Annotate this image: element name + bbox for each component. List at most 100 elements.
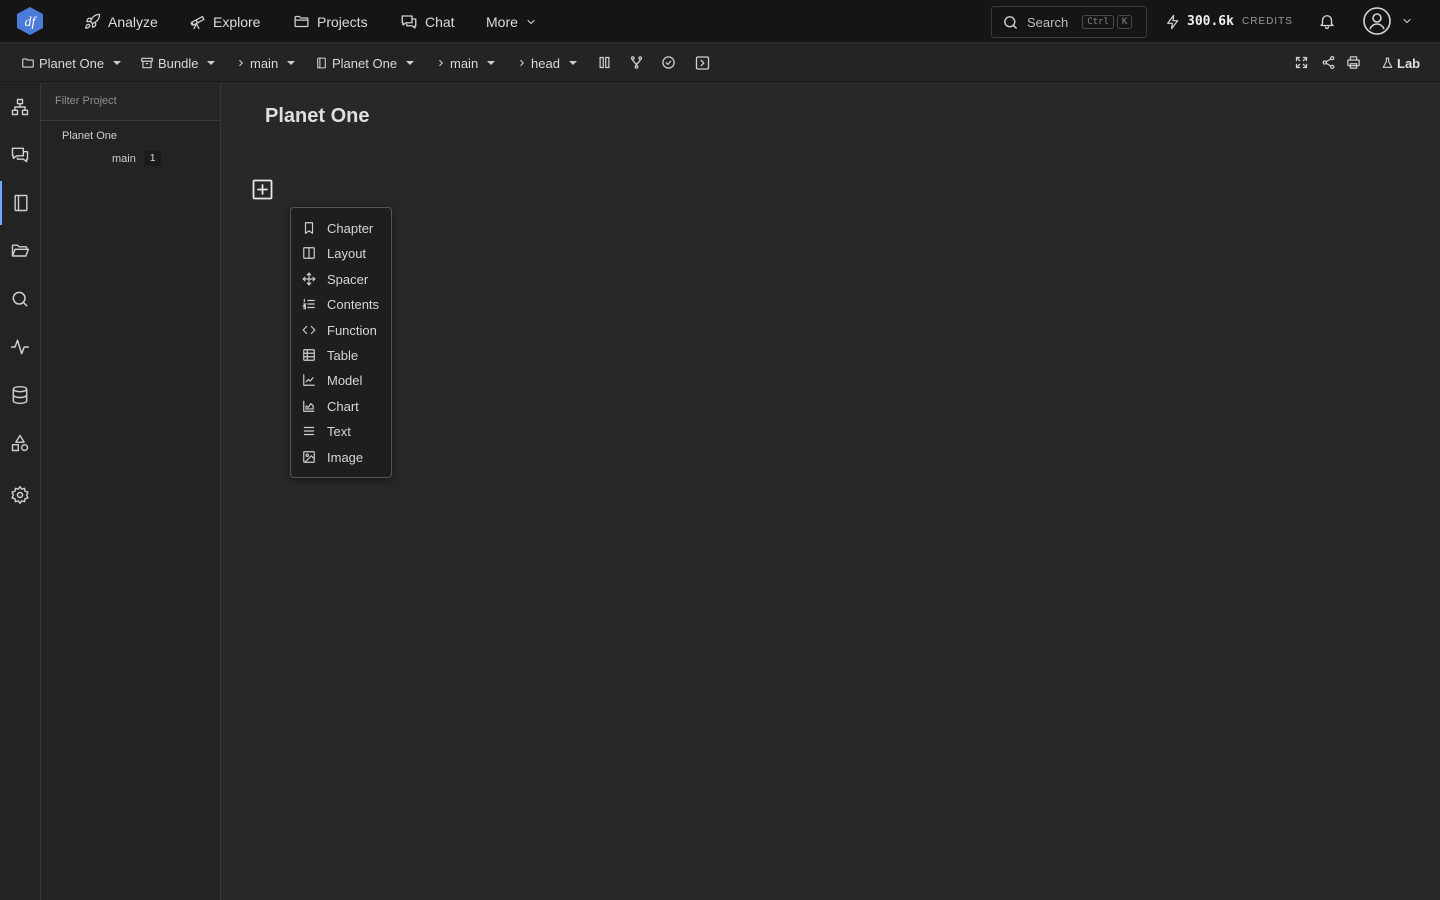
nav-more-label: More xyxy=(486,13,518,30)
nav-analyze-label: Analyze xyxy=(108,13,158,30)
rail-shapes[interactable] xyxy=(0,421,40,465)
app-logo[interactable]: df xyxy=(14,5,46,37)
activity-icon xyxy=(10,337,30,357)
filter-project-input[interactable]: Filter Project xyxy=(41,83,220,121)
notifications-button[interactable] xyxy=(1318,12,1336,30)
menu-item-image[interactable]: Image xyxy=(302,446,363,468)
search-icon xyxy=(1002,14,1019,31)
share-icon[interactable] xyxy=(1321,55,1336,70)
credits-value: 300.6k xyxy=(1187,14,1234,29)
nav-projects-label: Projects xyxy=(317,13,368,30)
caret-down-icon xyxy=(287,61,296,65)
menu-item-label: Chart xyxy=(327,398,359,414)
caret-down-icon xyxy=(113,61,122,65)
menu-item-contents[interactable]: Contents xyxy=(302,293,379,315)
menu-item-function[interactable]: Function xyxy=(302,319,377,341)
bell-icon xyxy=(1318,12,1336,30)
code-icon xyxy=(302,323,316,337)
rail-search[interactable] xyxy=(0,277,40,321)
nav-analyze[interactable]: Analyze xyxy=(84,0,158,43)
menu-item-label: Image xyxy=(327,449,364,465)
check-circle-icon[interactable] xyxy=(661,55,676,70)
plus-square-icon xyxy=(252,179,273,200)
lab-label: Lab xyxy=(1397,55,1421,71)
caret-down-icon xyxy=(406,61,415,65)
nav-chat-label: Chat xyxy=(425,13,455,30)
print-icon[interactable] xyxy=(1346,55,1361,70)
panel-toggle-icon[interactable] xyxy=(694,55,711,71)
search-button[interactable]: Search Ctrl K xyxy=(991,6,1147,38)
tree-branch-item[interactable]: main 1 xyxy=(112,151,162,166)
menu-item-label: Layout xyxy=(327,245,367,261)
branch-count-badge: 1 xyxy=(143,151,162,166)
rail-settings[interactable] xyxy=(0,473,40,517)
nav-explore-label: Explore xyxy=(213,13,261,30)
menu-item-spacer[interactable]: Spacer xyxy=(302,268,368,290)
kbd-ctrl: Ctrl xyxy=(1082,15,1114,29)
database-icon xyxy=(10,385,30,405)
caret-down-icon xyxy=(568,61,577,65)
menu-item-label: Spacer xyxy=(327,271,369,287)
menu-item-label: Contents xyxy=(327,296,380,312)
rocket-icon xyxy=(84,13,101,30)
project-dropdown[interactable]: Planet One xyxy=(21,44,122,82)
rail-chat[interactable] xyxy=(0,133,40,177)
menu-item-label: Table xyxy=(327,347,359,363)
caret-down-icon xyxy=(207,61,216,65)
notebook-icon xyxy=(315,56,328,70)
nav-projects[interactable]: Projects xyxy=(293,0,368,43)
layout-icon xyxy=(302,246,316,260)
ref-dropdown-label: head xyxy=(531,55,560,71)
rail-database[interactable] xyxy=(0,373,40,417)
nav-explore[interactable]: Explore xyxy=(189,0,260,43)
table-icon xyxy=(302,348,316,362)
text-align-icon xyxy=(302,424,316,438)
menu-item-model[interactable]: Model xyxy=(302,369,362,391)
menu-item-table[interactable]: Table xyxy=(302,344,358,366)
area-chart-icon xyxy=(302,399,316,413)
search-label: Search xyxy=(1027,14,1069,30)
bookmark-icon xyxy=(302,221,316,235)
notebook-dropdown[interactable]: Planet One xyxy=(315,44,415,82)
git-branch-icon[interactable] xyxy=(629,55,644,70)
menu-item-chart[interactable]: Chart xyxy=(302,395,359,417)
add-block-button[interactable] xyxy=(252,179,273,200)
move-icon xyxy=(302,272,316,286)
branch-dropdown[interactable]: main xyxy=(236,44,296,82)
hierarchy-icon xyxy=(10,97,30,117)
kbd-k: K xyxy=(1116,15,1133,29)
lab-button[interactable]: Lab xyxy=(1381,44,1420,82)
top-navigation: df Analyze Explore Projects Chat More Se… xyxy=(0,0,1440,43)
flask-icon xyxy=(1381,56,1394,70)
chevron-down-icon xyxy=(525,16,537,28)
rail-activity[interactable] xyxy=(0,325,40,369)
caret-down-icon xyxy=(487,61,496,65)
branch-dropdown-label: main xyxy=(250,55,279,71)
rail-notebooks[interactable] xyxy=(0,181,40,225)
bundle-dropdown[interactable]: Bundle xyxy=(140,44,216,82)
user-menu[interactable] xyxy=(1362,6,1413,36)
columns-icon[interactable] xyxy=(597,55,612,70)
menu-item-chapter[interactable]: Chapter xyxy=(302,217,373,239)
image-icon xyxy=(302,450,316,464)
nav-more[interactable]: More xyxy=(486,0,537,43)
insert-block-menu: Chapter Layout Spacer Contents Function … xyxy=(290,207,392,478)
archive-icon xyxy=(140,56,154,70)
fullscreen-icon[interactable] xyxy=(1294,55,1309,70)
telescope-icon xyxy=(189,13,206,30)
menu-item-text[interactable]: Text xyxy=(302,420,351,442)
chevron-right-icon xyxy=(517,58,527,68)
line-chart-icon xyxy=(302,373,316,387)
tree-project-item[interactable]: Planet One xyxy=(62,130,117,142)
nav-chat[interactable]: Chat xyxy=(400,0,455,43)
branch2-dropdown[interactable]: main xyxy=(436,44,496,82)
ref-dropdown[interactable]: head xyxy=(517,44,577,82)
menu-item-layout[interactable]: Layout xyxy=(302,242,366,264)
rail-files[interactable] xyxy=(0,229,40,273)
menu-item-label: Model xyxy=(327,372,363,388)
rail-lineage[interactable] xyxy=(0,85,40,129)
search-icon xyxy=(10,289,30,309)
credits-indicator[interactable]: 300.6k CREDITS xyxy=(1165,0,1293,43)
chat-icon xyxy=(400,13,418,31)
menu-item-label: Text xyxy=(327,423,351,439)
